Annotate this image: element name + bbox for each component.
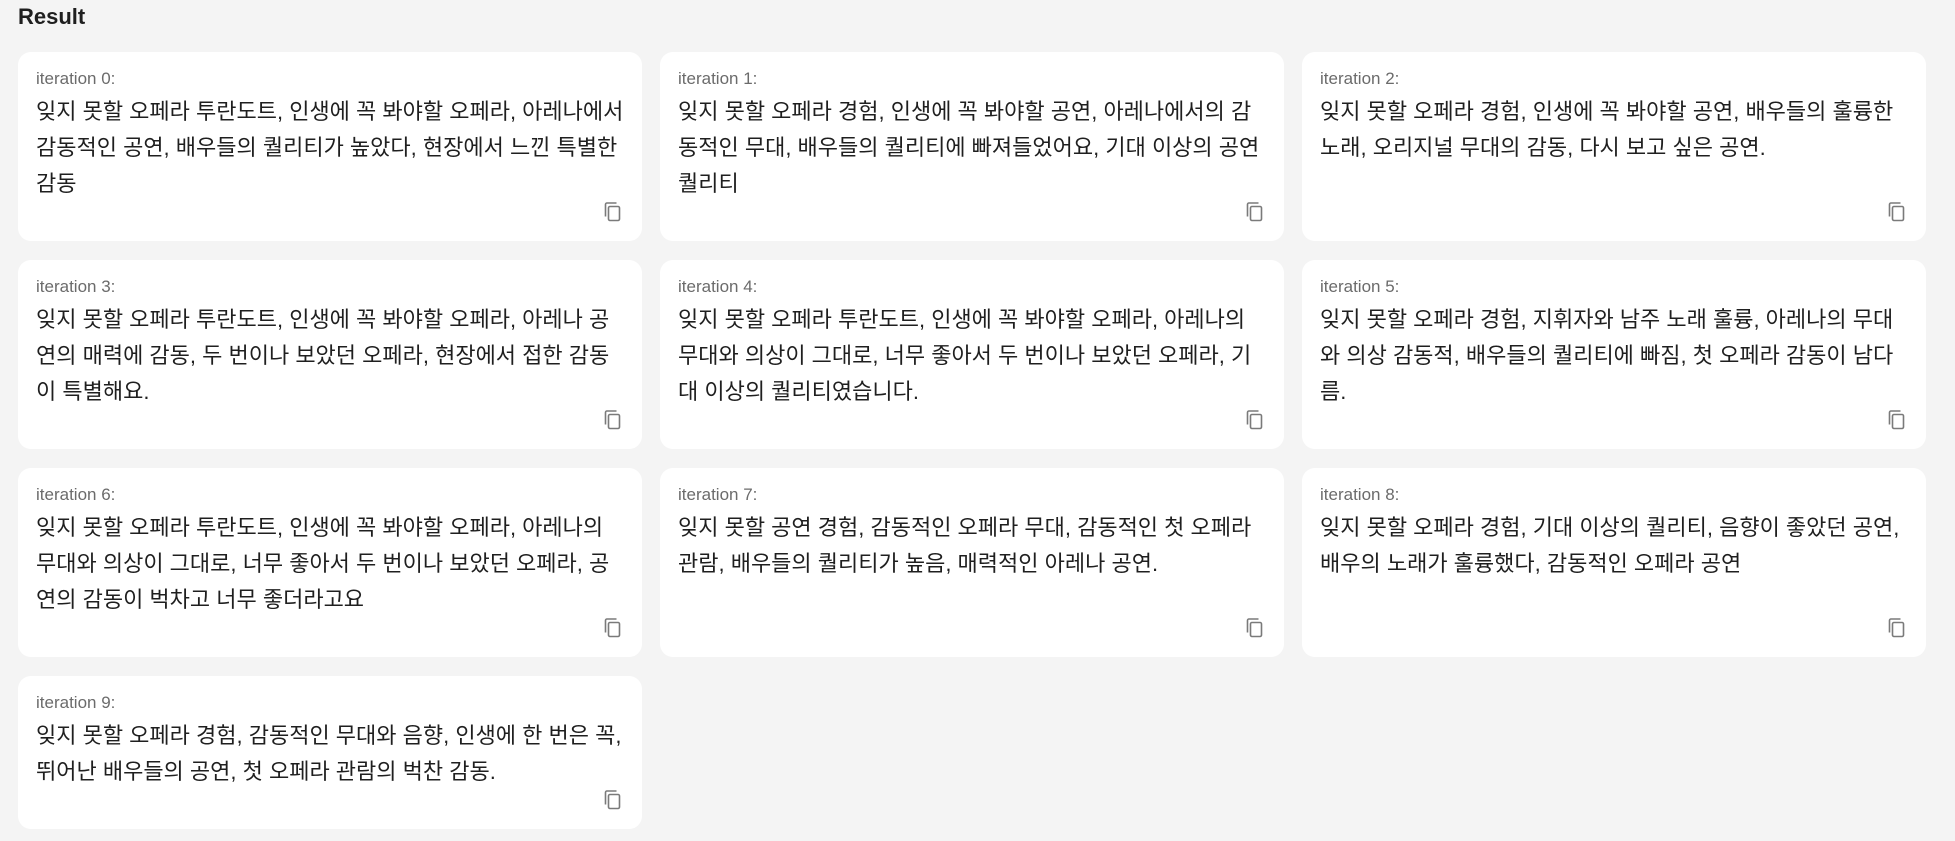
copy-button[interactable]: [1886, 408, 1908, 432]
iteration-text: 잊지 못할 오페라 경험, 감동적인 무대와 음향, 인생에 한 번은 꼭, 뛰…: [36, 723, 622, 784]
copy-button[interactable]: [1886, 200, 1908, 224]
iteration-label: iteration 0:: [36, 69, 116, 88]
iteration-text: 잊지 못할 공연 경험, 감동적인 오페라 무대, 감동적인 첫 오페라 관람,…: [678, 515, 1252, 576]
copy-icon: [1888, 618, 1905, 638]
copy-button[interactable]: [602, 616, 624, 640]
copy-button[interactable]: [602, 788, 624, 812]
copy-icon: [1246, 410, 1263, 430]
results-grid: iteration 0: 잊지 못할 오페라 투란도트, 인생에 꼭 봐야할 오…: [18, 52, 1937, 829]
iteration-label: iteration 5:: [1320, 277, 1400, 296]
iteration-label: iteration 7:: [678, 485, 758, 504]
result-card: iteration 1: 잊지 못할 오페라 경험, 인생에 꼭 봐야할 공연,…: [660, 52, 1284, 241]
result-card: iteration 6: 잊지 못할 오페라 투란도트, 인생에 꼭 봐야할 오…: [18, 468, 642, 657]
copy-button[interactable]: [1886, 616, 1908, 640]
iteration-label: iteration 3:: [36, 277, 116, 296]
iteration-text: 잊지 못할 오페라 투란도트, 인생에 꼭 봐야할 오페라, 아레나 공연의 매…: [36, 307, 610, 404]
copy-button[interactable]: [1244, 616, 1266, 640]
iteration-text: 잊지 못할 오페라 투란도트, 인생에 꼭 봐야할 오페라, 아레나의 무대와 …: [678, 307, 1252, 404]
result-card: iteration 8: 잊지 못할 오페라 경험, 기대 이상의 퀄리티, 음…: [1302, 468, 1926, 657]
iteration-text: 잊지 못할 오페라 경험, 인생에 꼭 봐야할 공연, 아레나에서의 감동적인 …: [678, 99, 1260, 196]
result-card: iteration 4: 잊지 못할 오페라 투란도트, 인생에 꼭 봐야할 오…: [660, 260, 1284, 449]
iteration-label: iteration 9:: [36, 693, 116, 712]
result-page: Result iteration 0: 잊지 못할 오페라 투란도트, 인생에 …: [0, 0, 1955, 841]
result-card: iteration 2: 잊지 못할 오페라 경험, 인생에 꼭 봐야할 공연,…: [1302, 52, 1926, 241]
copy-button[interactable]: [1244, 408, 1266, 432]
copy-icon: [604, 410, 621, 430]
copy-icon: [1888, 410, 1905, 430]
result-card: iteration 5: 잊지 못할 오페라 경험, 지휘자와 남주 노래 훌륭…: [1302, 260, 1926, 449]
copy-icon: [1246, 618, 1263, 638]
iteration-text: 잊지 못할 오페라 투란도트, 인생에 꼭 봐야할 오페라, 아레나의 무대와 …: [36, 515, 610, 612]
page-title: Result: [18, 4, 86, 29]
iteration-label: iteration 1:: [678, 69, 758, 88]
result-card: iteration 0: 잊지 못할 오페라 투란도트, 인생에 꼭 봐야할 오…: [18, 52, 642, 241]
copy-icon: [604, 202, 621, 222]
result-card: iteration 3: 잊지 못할 오페라 투란도트, 인생에 꼭 봐야할 오…: [18, 260, 642, 449]
iteration-label: iteration 2:: [1320, 69, 1400, 88]
copy-icon: [1888, 202, 1905, 222]
copy-button[interactable]: [602, 408, 624, 432]
copy-icon: [604, 790, 621, 810]
iteration-text: 잊지 못할 오페라 투란도트, 인생에 꼭 봐야할 오페라, 아레나에서 감동적…: [36, 99, 624, 196]
iteration-text: 잊지 못할 오페라 경험, 기대 이상의 퀄리티, 음향이 좋았던 공연, 배우…: [1320, 515, 1900, 576]
iteration-label: iteration 4:: [678, 277, 758, 296]
copy-button[interactable]: [602, 200, 624, 224]
result-card: iteration 7: 잊지 못할 공연 경험, 감동적인 오페라 무대, 감…: [660, 468, 1284, 657]
copy-button[interactable]: [1244, 200, 1266, 224]
copy-icon: [1246, 202, 1263, 222]
iteration-label: iteration 6:: [36, 485, 116, 504]
copy-icon: [604, 618, 621, 638]
iteration-text: 잊지 못할 오페라 경험, 인생에 꼭 봐야할 공연, 배우들의 훌륭한 노래,…: [1320, 99, 1894, 160]
iteration-label: iteration 8:: [1320, 485, 1400, 504]
result-card: iteration 9: 잊지 못할 오페라 경험, 감동적인 무대와 음향, …: [18, 676, 642, 829]
iteration-text: 잊지 못할 오페라 경험, 지휘자와 남주 노래 훌륭, 아레나의 무대와 의상…: [1320, 307, 1894, 404]
